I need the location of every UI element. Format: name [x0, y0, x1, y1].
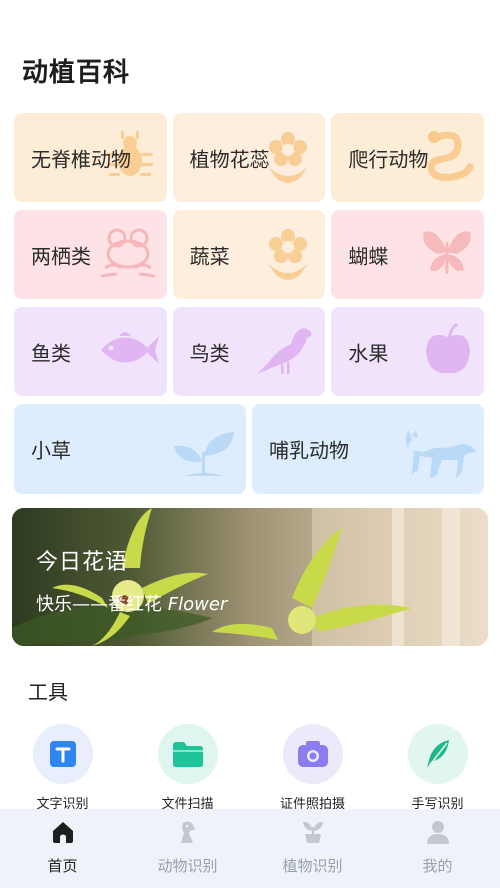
- banner-title: 今日花语: [36, 550, 129, 575]
- category-card-fish[interactable]: 鱼类: [14, 307, 167, 396]
- camera-icon: [282, 724, 343, 784]
- category-row: 小草 哺乳动物: [14, 404, 484, 494]
- category-label: 鱼类: [31, 341, 71, 365]
- category-label: 无脊椎动物: [31, 147, 131, 171]
- folder-icon: [157, 724, 218, 784]
- bottom-tab-bar: 首页 动物识别 植物识别 我的: [0, 809, 500, 888]
- category-card-amphibians[interactable]: 两栖类: [14, 210, 167, 299]
- page-title: 动植百科: [22, 58, 131, 88]
- tab-plant-recognition[interactable]: 植物识别: [250, 809, 375, 888]
- tools-section-title: 工具: [28, 680, 68, 704]
- flower-icon: [259, 224, 317, 286]
- category-card-birds[interactable]: 鸟类: [172, 307, 326, 396]
- sprout-icon: [168, 426, 240, 486]
- feather-icon: [407, 724, 468, 784]
- category-label: 水果: [348, 341, 389, 365]
- tool-text-recognition[interactable]: 文字识别: [0, 724, 125, 812]
- tab-label: 动物识别: [157, 857, 218, 875]
- home-icon: [50, 819, 76, 849]
- tools-row: 文字识别 文件扫描 证件照拍摄 手写识别: [0, 724, 500, 812]
- category-row: 无脊椎动物 植物花蕊 爬行动物: [14, 113, 485, 202]
- category-card-invertebrates[interactable]: 无脊椎动物: [14, 113, 167, 202]
- tool-id-photo[interactable]: 证件照拍摄: [250, 724, 375, 812]
- tab-label: 首页: [47, 857, 78, 875]
- apple-icon: [420, 321, 476, 383]
- category-grid: 无脊椎动物 植物花蕊 爬行动物 两栖类 蔬菜 蝴蝶 鱼类 鸟类 水果 小草 哺乳…: [14, 113, 485, 502]
- category-label: 植物花蕊: [189, 147, 270, 171]
- category-label: 两栖类: [31, 244, 91, 268]
- banner-flower-image: [12, 508, 488, 646]
- daily-flower-banner[interactable]: 今日花语 快乐——番红花 Flower: [12, 508, 488, 646]
- category-label: 蔬菜: [189, 244, 230, 268]
- category-label: 爬行动物: [348, 147, 429, 171]
- fox-icon: [402, 426, 478, 486]
- user-icon: [425, 819, 451, 849]
- category-card-grass[interactable]: 小草: [14, 404, 246, 494]
- tab-animal-recognition[interactable]: 动物识别: [125, 809, 250, 888]
- tool-file-scan[interactable]: 文件扫描: [125, 724, 250, 812]
- tool-handwriting[interactable]: 手写识别: [375, 724, 500, 812]
- category-row: 两栖类 蔬菜 蝴蝶: [14, 210, 485, 299]
- category-label: 蝴蝶: [348, 244, 389, 268]
- category-card-mammals[interactable]: 哺乳动物: [252, 404, 484, 494]
- banner-subtitle-en: Flower: [167, 594, 228, 615]
- tab-label: 我的: [422, 857, 453, 875]
- category-label: 小草: [31, 438, 71, 463]
- text-recognition-icon: [32, 724, 93, 784]
- tab-profile[interactable]: 我的: [375, 809, 500, 888]
- category-label: 鸟类: [189, 341, 230, 365]
- category-card-fruits[interactable]: 水果: [331, 307, 485, 396]
- category-card-butterflies[interactable]: 蝴蝶: [331, 210, 485, 299]
- banner-subtitle: 快乐——番红花 Flower: [36, 590, 227, 616]
- category-label: 哺乳动物: [269, 438, 349, 463]
- category-card-flowers[interactable]: 植物花蕊: [172, 113, 326, 202]
- fish-icon: [97, 326, 159, 378]
- butterfly-icon: [418, 224, 476, 286]
- category-row: 鱼类 鸟类 水果: [14, 307, 485, 396]
- plant-icon: [300, 819, 326, 849]
- tab-home[interactable]: 首页: [0, 809, 125, 888]
- animal-icon: [175, 819, 201, 849]
- bird-icon: [247, 322, 317, 382]
- category-card-vegetables[interactable]: 蔬菜: [172, 210, 326, 299]
- frog-icon: [97, 224, 159, 286]
- tab-label: 植物识别: [282, 857, 343, 875]
- banner-subtitle-text: 快乐——番红花: [36, 594, 162, 615]
- category-card-reptiles[interactable]: 爬行动物: [331, 113, 485, 202]
